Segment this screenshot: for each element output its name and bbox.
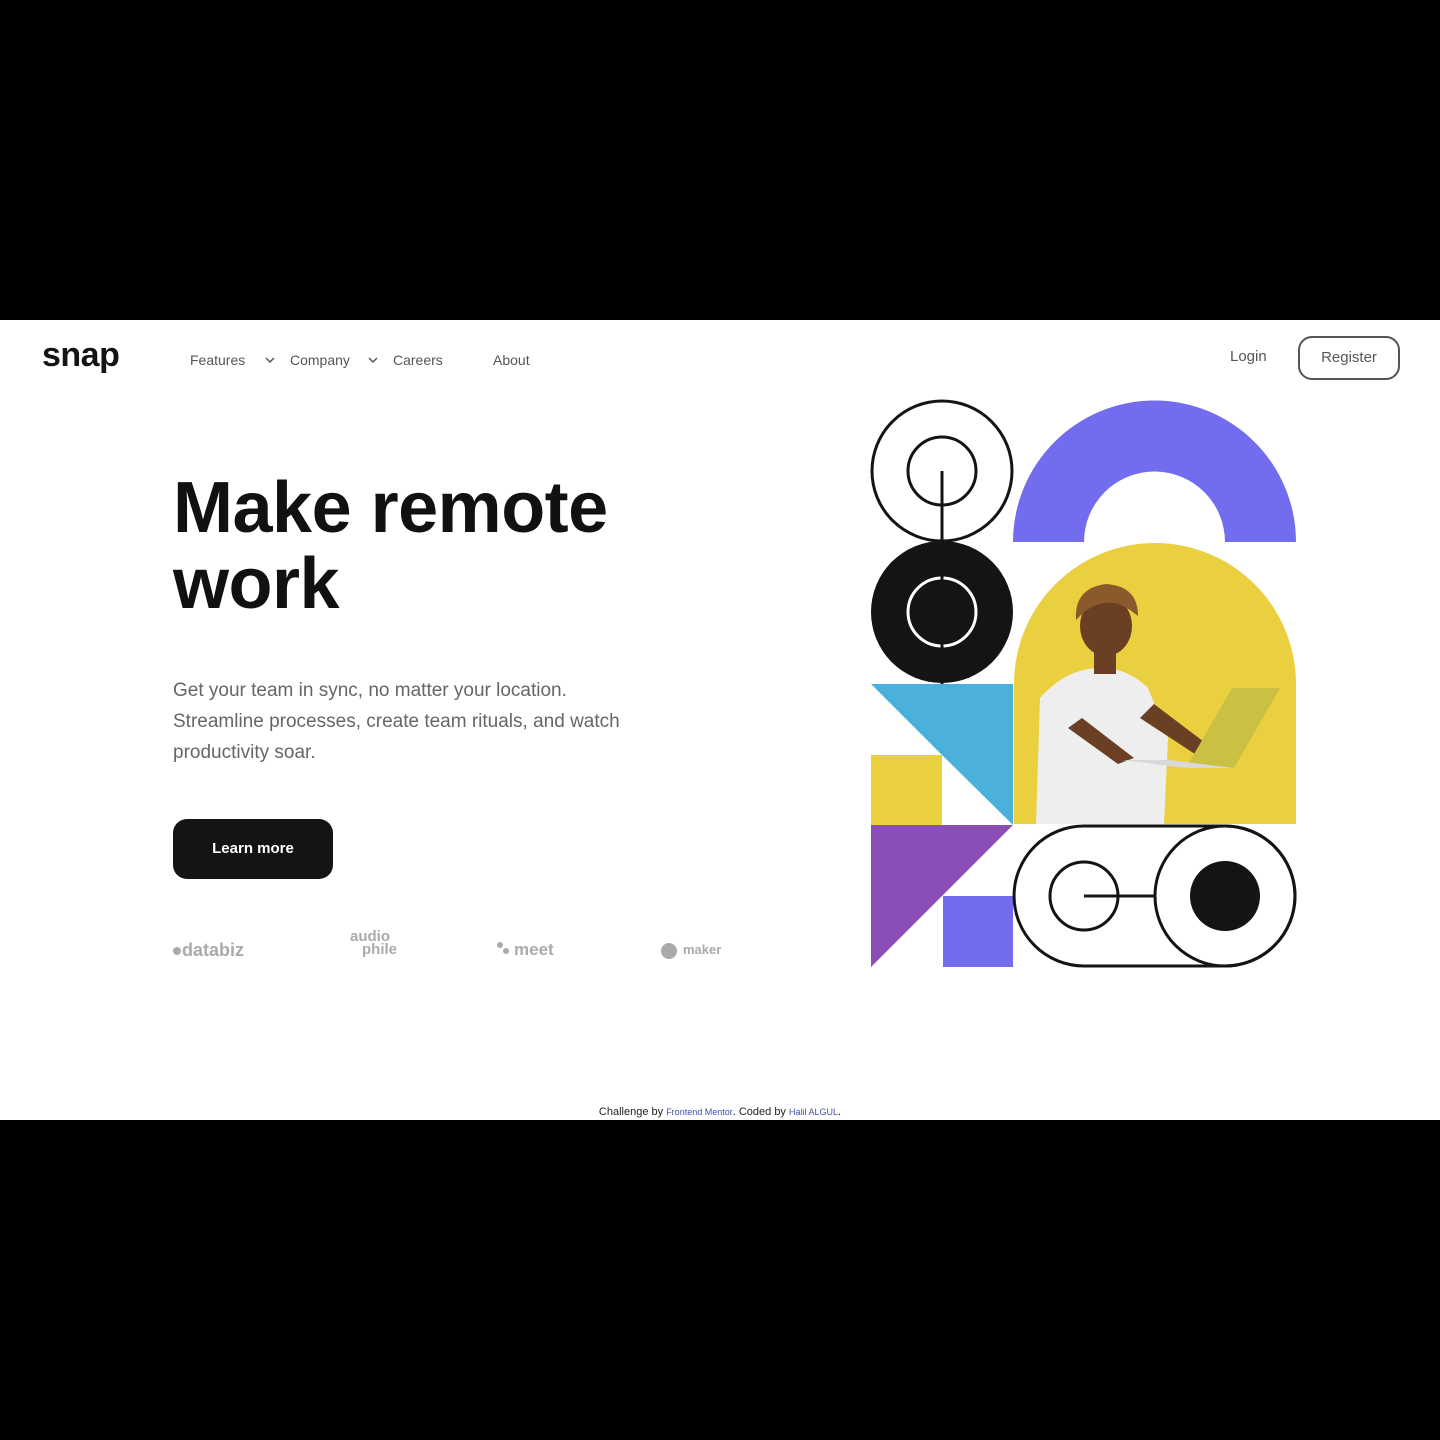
yellow-square	[871, 755, 942, 825]
footer-middle: . Coded by	[732, 1106, 789, 1118]
footer-suffix: .	[838, 1106, 842, 1118]
maker-mark-icon	[661, 942, 677, 959]
register-button[interactable]: Register	[1298, 336, 1400, 380]
learn-more-button[interactable]: Learn more	[173, 819, 333, 879]
frontend-mentor-link[interactable]: Frontend Mentor	[666, 1107, 733, 1117]
client-logo-databiz: databiz	[173, 940, 244, 961]
nav-item-label: Company	[290, 352, 350, 368]
snap-logo[interactable]: snap	[42, 336, 120, 375]
blue-shape-right	[942, 684, 1013, 825]
chevron-down-icon[interactable]	[367, 354, 379, 366]
purple-arch	[1013, 400, 1296, 542]
client-logo-audiophile: audio phile	[350, 929, 398, 958]
indigo-square	[943, 896, 1013, 967]
hero-illustration	[870, 399, 1297, 968]
nav-item-label: Careers	[393, 352, 443, 368]
hero-title-line1: Make remote	[173, 468, 608, 548]
footer-prefix: Challenge by	[598, 1106, 667, 1118]
client-logo-meet: meet	[497, 940, 554, 960]
hero-title: Make remote work	[173, 470, 733, 622]
nav-item-label: About	[493, 352, 530, 368]
dot-icon	[503, 947, 509, 954]
landing-page: snap Features Company Careers About Logi…	[0, 320, 1440, 1120]
nav-item-label: Features	[190, 352, 246, 368]
dot-icon	[173, 947, 181, 956]
nav-item-about[interactable]: About	[493, 352, 530, 368]
author-link[interactable]: Halil ALGUL	[789, 1107, 838, 1117]
login-link[interactable]: Login	[1230, 348, 1267, 365]
nav-item-company[interactable]: Company	[290, 352, 350, 368]
attribution-footer: Challenge by Frontend Mentor. Coded by H…	[0, 1106, 1440, 1118]
nav-item-features[interactable]: Features	[190, 352, 245, 368]
pill-black-dot	[1190, 861, 1260, 931]
client-name-part2: phile	[362, 941, 398, 958]
person-photo	[1014, 543, 1296, 824]
client-name: databiz	[182, 940, 245, 960]
hero-title-line2: work	[173, 544, 340, 624]
blue-triangle-left	[871, 684, 942, 755]
client-logo-maker: maker	[661, 942, 721, 959]
client-name: maker	[683, 942, 722, 957]
client-name: meet	[514, 940, 554, 959]
chevron-down-icon[interactable]	[264, 354, 276, 366]
dot-icon	[497, 942, 503, 948]
hero-description: Get your team in sync, no matter your lo…	[173, 680, 620, 763]
nav-item-careers[interactable]: Careers	[393, 352, 443, 368]
